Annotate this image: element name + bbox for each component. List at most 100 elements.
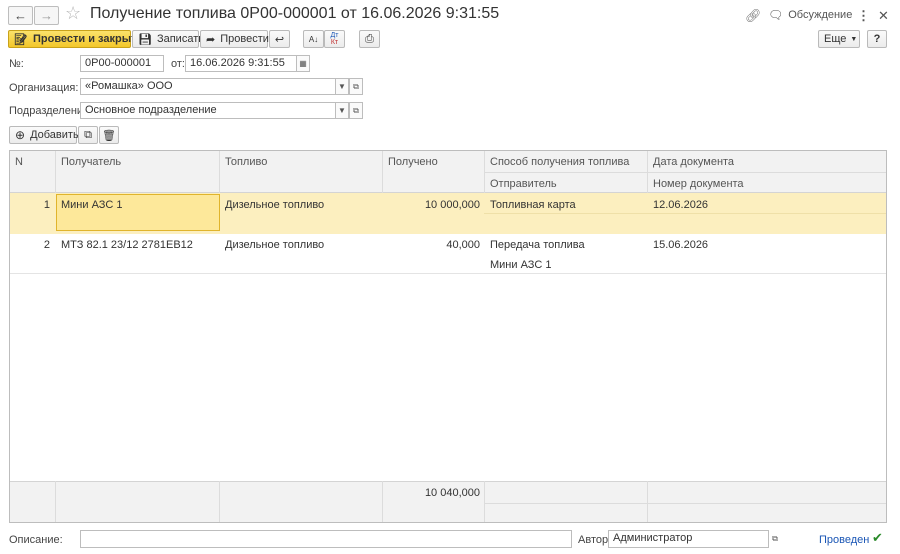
undo-icon: ↩ (274, 33, 285, 46)
col-divider (219, 151, 220, 193)
favorite-star-icon[interactable]: ☆ (65, 3, 81, 24)
chevron-down-icon: ▼ (338, 82, 346, 91)
post-button[interactable]: ➦ Провести (200, 30, 269, 48)
author-open-button[interactable]: ⧉ (768, 530, 782, 548)
row-recipient: МТЗ 82.1 23/12 2781ЕВ12 (61, 239, 193, 251)
save-button[interactable]: 💾︎ Записать (132, 30, 204, 48)
col-divider (382, 481, 383, 522)
header-doc-number[interactable]: Номер документа (653, 178, 744, 190)
dept-dropdown-button[interactable]: ▼ (335, 102, 349, 119)
back-button[interactable]: ← (8, 6, 33, 25)
open-icon: ⧉ (353, 105, 359, 115)
discussion-label: Обсуждение (788, 9, 853, 21)
page-title: Получение топлива 0Р00-000001 от 16.06.2… (90, 5, 500, 22)
post-label: Провести (220, 33, 269, 45)
undo-post-button[interactable]: ↩ (269, 30, 290, 48)
add-row-button[interactable]: ⊕ Добавить (9, 126, 79, 144)
more-vertical-icon: ⋮ (857, 8, 870, 23)
number-label: №: (9, 58, 24, 70)
description-field[interactable] (80, 530, 572, 548)
sort-button[interactable]: A↓ (303, 30, 324, 48)
arrow-left-icon: ← (14, 8, 27, 23)
post-and-close-label: Провести и закрыть (32, 33, 144, 45)
table-row[interactable]: 2 МТЗ 82.1 23/12 2781ЕВ12 Дизельное топл… (10, 234, 886, 274)
sort-icon: A↓ (308, 34, 319, 44)
header-divider (484, 172, 886, 173)
printer-icon: ⎙ (365, 32, 374, 45)
copy-row-button[interactable]: ⧉ (78, 126, 98, 144)
link-icon: 🔗︎ (745, 8, 762, 23)
header-doc-date[interactable]: Дата документа (653, 156, 734, 168)
col-divider (55, 151, 56, 193)
table-row[interactable]: 1 Мини АЗС 1 Дизельное топливо 10 000,00… (10, 193, 886, 234)
table-header: N Получатель Топливо Получено Способ пол… (10, 151, 886, 193)
post-icon: ➦ (206, 33, 216, 46)
delete-row-button[interactable]: 🗑︎ (99, 126, 119, 144)
open-icon: ⧉ (353, 81, 359, 91)
status-link[interactable]: Проведен (819, 534, 869, 546)
close-icon: ✕ (878, 8, 889, 23)
number-field[interactable]: 0Р00-000001 (80, 55, 164, 72)
close-button[interactable]: ✕ (878, 8, 889, 24)
trash-icon: 🗑︎ (102, 129, 116, 142)
footer-divider (484, 503, 886, 504)
header-recipient[interactable]: Получатель (61, 156, 121, 168)
dt-kt-button[interactable]: Дт Кт (324, 30, 345, 48)
col-divider (382, 151, 383, 193)
row-subdivider (484, 213, 886, 214)
col-divider (219, 481, 220, 522)
dt-label: Дт (330, 32, 339, 39)
org-field[interactable]: «Ромашка» ООО (80, 78, 336, 95)
col-divider (484, 481, 485, 522)
row-method: Передача топлива (490, 239, 585, 251)
row-doc-date: 12.06.2026 (653, 199, 709, 211)
open-icon: ⧉ (772, 534, 778, 543)
col-divider (484, 151, 485, 193)
table-footer: 10 040,000 (10, 481, 886, 522)
calendar-button[interactable]: ▦ (296, 55, 310, 72)
org-open-button[interactable]: ⧉ (349, 78, 363, 95)
row-n: 2 (43, 239, 50, 251)
save-icon: 💾︎ (138, 33, 152, 46)
arrow-right-icon: → (40, 8, 53, 23)
row-fuel: Дизельное топливо (225, 239, 325, 251)
author-field[interactable]: Администратор (608, 530, 769, 548)
header-method[interactable]: Способ получения топлива (490, 156, 629, 168)
more-button[interactable]: Еще ▼ (818, 30, 860, 48)
header-sender[interactable]: Отправитель (490, 178, 557, 190)
save-label: Записать (156, 33, 204, 45)
row-fuel: Дизельное топливо (225, 199, 325, 211)
discussion-button[interactable]: 🗨︎ Обсуждение (768, 8, 852, 22)
help-button[interactable]: ? (867, 30, 887, 48)
post-and-close-button[interactable]: 📝︎ Провести и закрыть (8, 30, 143, 48)
total-received: 10 040,000 (424, 487, 480, 499)
menu-dots-button[interactable]: ⋮ (857, 8, 870, 24)
chevron-down-icon: ▼ (850, 35, 858, 43)
header-n[interactable]: N (15, 156, 23, 168)
col-divider (647, 151, 648, 193)
description-label: Описание: (9, 534, 63, 546)
fuel-table: N Получатель Топливо Получено Способ пол… (9, 150, 887, 523)
forward-button[interactable]: → (34, 6, 59, 25)
row-method: Топливная карта (490, 199, 576, 211)
header-fuel[interactable]: Топливо (225, 156, 267, 168)
date-field[interactable]: 16.06.2026 9:31:55 (185, 55, 297, 72)
chevron-down-icon: ▼ (338, 106, 346, 115)
row-received: 40,000 (446, 239, 480, 251)
copy-icon: ⧉ (84, 128, 92, 141)
col-divider (647, 481, 648, 522)
org-dropdown-button[interactable]: ▼ (335, 78, 349, 95)
print-button[interactable]: ⎙ (359, 30, 380, 48)
row-recipient: Мини АЗС 1 (61, 199, 123, 211)
more-label: Еще (824, 33, 847, 45)
dept-field[interactable]: Основное подразделение (80, 102, 336, 119)
col-divider (55, 481, 56, 522)
author-label: Автор: (578, 534, 612, 546)
dept-open-button[interactable]: ⧉ (349, 102, 363, 119)
header-received[interactable]: Получено (388, 156, 438, 168)
date-label: от: (171, 58, 185, 70)
row-sender: Мини АЗС 1 (490, 259, 552, 271)
row-received: 10 000,000 (424, 199, 480, 211)
add-label: Добавить (30, 129, 79, 141)
link-button[interactable]: 🔗︎ (745, 8, 762, 24)
